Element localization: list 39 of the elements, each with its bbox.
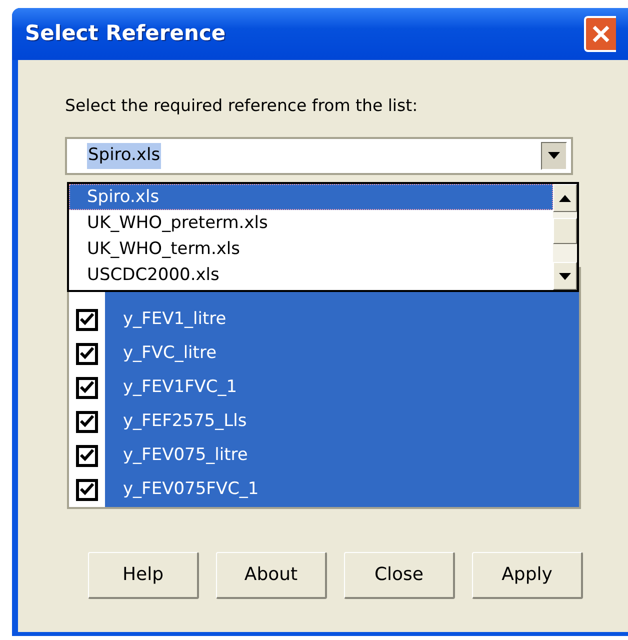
scroll-up-button[interactable] <box>553 184 577 212</box>
dropdown-option[interactable]: USCDC2000.xls <box>69 262 553 288</box>
checkbox[interactable] <box>76 410 98 433</box>
prompt-text: Select the required reference from the list: <box>65 95 419 117</box>
dropdown-option[interactable]: UK_WHO_term.xls <box>69 236 553 262</box>
list-item[interactable]: y_FEF2575_Lls <box>105 404 579 439</box>
up-arrow-icon <box>559 194 571 202</box>
list-item[interactable]: y_FEV1_litre <box>105 302 579 337</box>
scroll-down-button[interactable] <box>553 262 577 290</box>
window-title: Select Reference <box>25 20 226 48</box>
list-item[interactable]: y_FVC_litre <box>105 336 579 371</box>
scroll-thumb[interactable] <box>553 218 577 244</box>
checkbox[interactable] <box>76 444 98 467</box>
list-item[interactable]: y_FEV075FVC_1 <box>105 472 579 507</box>
check-icon <box>80 347 94 360</box>
dialog-button[interactable]: Apply <box>472 552 583 599</box>
check-icon <box>80 381 94 394</box>
list-item[interactable]: y_FEV1FVC_1 <box>105 370 579 405</box>
dialog-button[interactable]: Help <box>88 552 199 599</box>
reference-dropdown[interactable]: Spiro.xls <box>65 136 573 175</box>
checkbox[interactable] <box>76 478 98 501</box>
check-icon <box>80 483 94 496</box>
down-arrow-icon <box>559 272 571 280</box>
checkbox[interactable] <box>76 308 98 331</box>
close-icon <box>591 24 611 44</box>
check-icon <box>80 415 94 428</box>
dialog-button[interactable]: About <box>216 552 327 599</box>
check-icon <box>80 449 94 462</box>
caret-icon <box>548 152 560 160</box>
list-item[interactable]: y_FEV075_litre <box>105 438 579 473</box>
dropdown-button[interactable] <box>541 142 567 170</box>
dropdown-option[interactable]: UK_WHO_preterm.xls <box>69 210 553 236</box>
dropdown-option[interactable]: Spiro.xls <box>69 184 553 210</box>
dialog-button[interactable]: Close <box>344 552 455 599</box>
scrollbar[interactable] <box>553 184 577 290</box>
check-icon <box>80 313 94 326</box>
checkbox[interactable] <box>76 342 98 365</box>
close-button[interactable] <box>584 16 616 52</box>
checkbox[interactable] <box>76 376 98 399</box>
